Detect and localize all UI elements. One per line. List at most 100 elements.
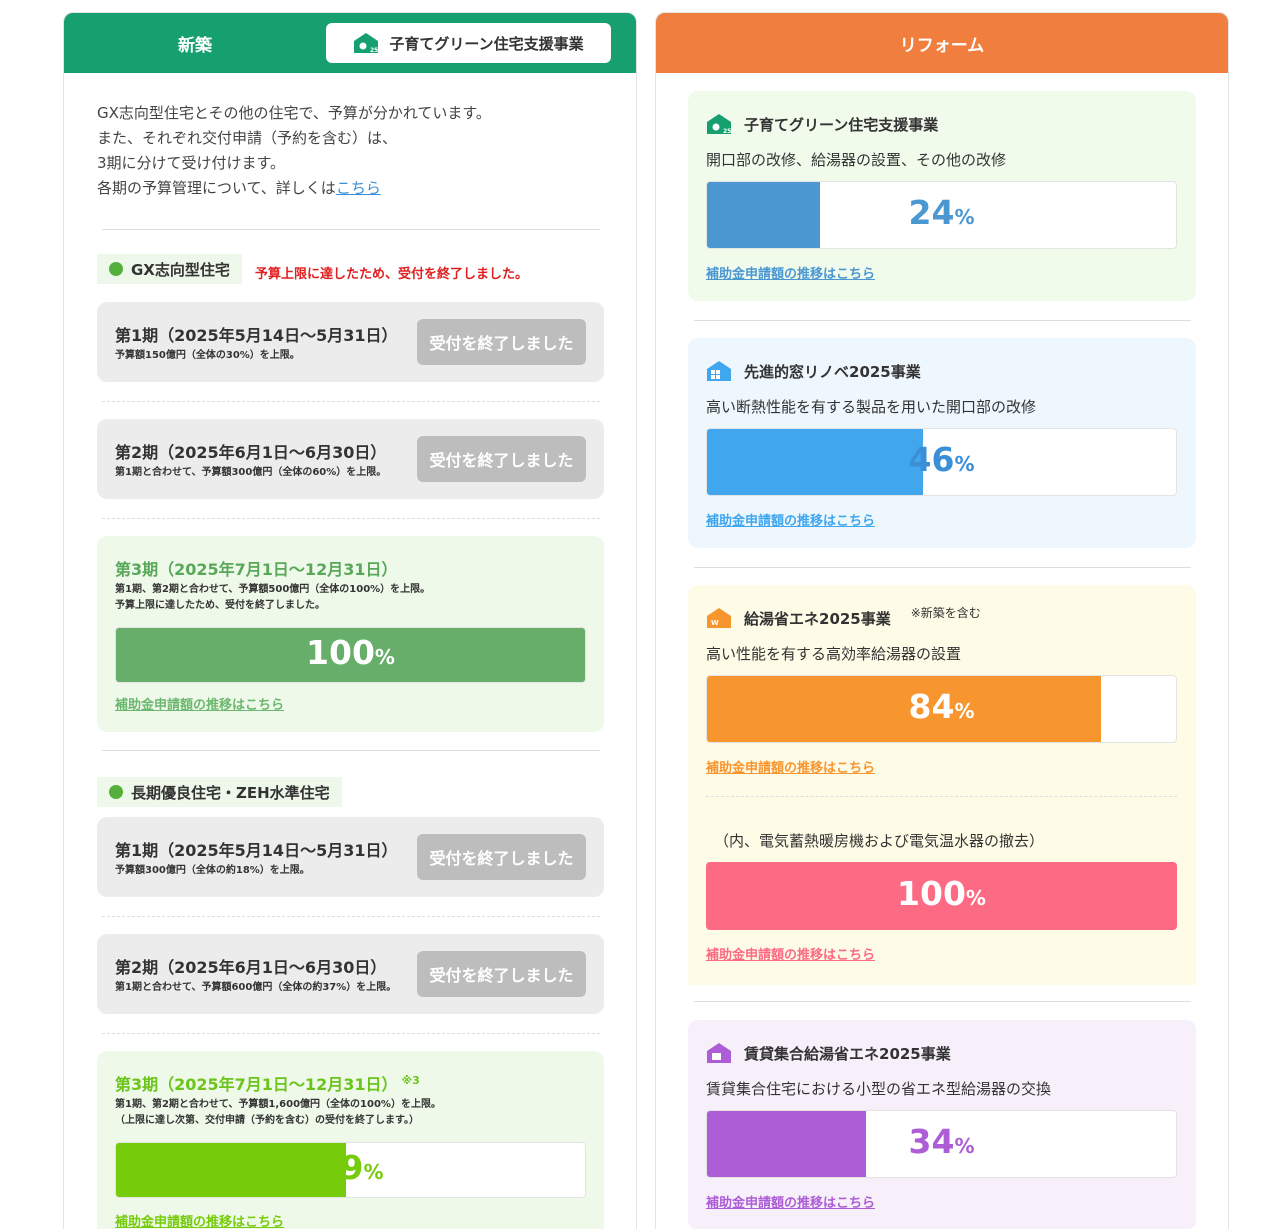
progress-percent: 49%	[116, 1148, 585, 1192]
history-link[interactable]: 補助金申請額の推移はこちら	[706, 263, 875, 282]
shinchiku-title[interactable]: 新築	[64, 31, 326, 56]
gx-period-2: 第2期（2025年6月1日～6月30日） 第1期と合わせて、予算額300億円（全…	[97, 419, 604, 499]
tab-kosodate-green[interactable]: 25 子育てグリーン住宅支援事業	[326, 23, 611, 63]
zeh-progress-bar: 49%	[115, 1142, 586, 1198]
progress-percent: 46%	[707, 440, 1176, 484]
period-title-text: 第3期（2025年7月1日～12月31日）	[115, 1075, 398, 1094]
percent-unit: %	[954, 452, 975, 476]
divider	[694, 320, 1191, 321]
svg-text:25: 25	[723, 128, 731, 135]
card-desc: 高い性能を有する高効率給湯器の設置	[706, 645, 962, 663]
percent-value: 100	[306, 633, 375, 672]
zeh-period-3: 第3期（2025年7月1日～12月31日） ※3 第1期、第2期と合わせて、予算額…	[97, 1051, 604, 1229]
reform-card-kosodate: 25 子育てグリーン住宅支援事業 開口部の改修、給湯器の設置、その他の改修 24…	[688, 91, 1196, 301]
history-link[interactable]: 補助金申請額の推移はこちら	[706, 757, 875, 776]
percent-unit: %	[954, 205, 975, 229]
zeh-period-1: 第1期（2025年5月14日～5月31日） 予算額300億円（全体の約18%）を…	[97, 817, 604, 897]
percent-value: 84	[908, 687, 955, 726]
card-desc: 開口部の改修、給湯器の設置、その他の改修	[706, 151, 1007, 169]
closed-button[interactable]: 受付を終了しました	[417, 436, 586, 482]
card-title-text: 先進的窓リノベ2025事業	[744, 362, 921, 381]
period-sub: 第1期、第2期と合わせて、予算額1,600億円（全体の100%）を上限。	[115, 1099, 441, 1110]
period-title: 第3期（2025年7月1日～12月31日）	[115, 560, 398, 579]
window-icon	[707, 361, 731, 381]
period-sub: 予算額300億円（全体の約18%）を上限。	[115, 865, 310, 876]
divider	[706, 796, 1177, 797]
intro-line: 各期の予算管理について、詳しくはこちら	[97, 176, 491, 201]
period-title: 第3期（2025年7月1日～12月31日） ※3	[115, 1071, 420, 1095]
card-sub-desc: （内、電気蓄熱暖房機および電気温水器の撤去）	[714, 832, 1045, 850]
period-sub: 第1期と合わせて、予算額300億円（全体の60%）を上限。	[115, 467, 387, 478]
history-link[interactable]: 補助金申請額の推移はこちら	[115, 1211, 284, 1229]
period-sub: 予算上限に達したため、受付を終了しました。	[115, 600, 325, 611]
percent-unit: %	[363, 1160, 384, 1184]
intro-line: GX志向型住宅とその他の住宅で、予算が分かれています。	[97, 104, 491, 122]
intro-line: 3期に分けて受け付けます。	[97, 154, 286, 172]
percent-value: 34	[908, 1122, 955, 1161]
budget-details-link[interactable]: こちら	[336, 179, 381, 197]
card-title: W 給湯省エネ2025事業 ※新築を含む	[706, 606, 981, 629]
reform-panel: リフォーム 25 子育てグリーン住宅支援事業 開口部の改修、給湯器の設置、その他…	[655, 12, 1229, 1229]
percent-value: 24	[908, 193, 955, 232]
gx-period-1: 第1期（2025年5月14日～5月31日） 予算額150億円（全体の30%）を上…	[97, 302, 604, 382]
period-title: 第1期（2025年5月14日～5月31日）	[115, 841, 398, 860]
period-title: 第2期（2025年6月1日～6月30日）	[115, 443, 387, 462]
svg-text:25: 25	[370, 47, 378, 54]
percent-unit: %	[954, 1134, 975, 1158]
reform-title[interactable]: リフォーム	[900, 31, 985, 56]
reform-card-mado: 先進的窓リノベ2025事業 高い断熱性能を有する製品を用いた開口部の改修 46%…	[688, 338, 1196, 548]
category-label: 長期優良住宅・ZEH水準住宅	[131, 783, 330, 802]
progress-percent: 100%	[706, 874, 1177, 918]
reform-header: リフォーム	[656, 13, 1228, 73]
divider	[102, 1033, 600, 1034]
water-heater-icon: W	[707, 608, 731, 628]
category-label: GX志向型住宅	[131, 260, 230, 279]
intro-text: GX志向型住宅とその他の住宅で、予算が分かれています。 また、それぞれ交付申請（…	[97, 101, 491, 201]
progress-bar: 46%	[706, 428, 1177, 496]
footnote-mark: ※3	[401, 1073, 420, 1087]
progress-bar: 84%	[706, 675, 1177, 743]
gx-notice: 予算上限に達したため、受付を終了しました。	[255, 267, 529, 282]
percent-unit: %	[374, 645, 395, 669]
tab-label: 子育てグリーン住宅支援事業	[389, 34, 584, 53]
progress-percent: 24%	[707, 193, 1176, 237]
divider	[694, 567, 1191, 568]
divider	[102, 750, 600, 751]
period-sub: 第1期、第2期と合わせて、予算額500億円（全体の100%）を上限。	[115, 584, 431, 595]
percent-unit: %	[965, 886, 986, 910]
card-title-text: 賃貸集合給湯省エネ2025事業	[744, 1044, 951, 1063]
divider	[102, 401, 600, 402]
category-gx: GX志向型住宅	[97, 254, 242, 284]
gx-period-3: 第3期（2025年7月1日～12月31日） 第1期、第2期と合わせて、予算額50…	[97, 536, 604, 732]
progress-bar: 24%	[706, 181, 1177, 249]
divider	[102, 518, 600, 519]
progress-bar: 34%	[706, 1110, 1177, 1178]
reform-card-kyuto: W 給湯省エネ2025事業 ※新築を含む 高い性能を有する高効率給湯器の設置 8…	[688, 585, 1196, 985]
period-sub: 第1期と合わせて、予算額600億円（全体の約37%）を上限。	[115, 982, 397, 993]
divider	[102, 229, 600, 230]
card-title-text: 給湯省エネ2025事業	[744, 609, 891, 628]
intro-text-pre: 各期の予算管理について、詳しくは	[97, 179, 336, 197]
card-title: 先進的窓リノベ2025事業	[706, 360, 921, 382]
closed-button[interactable]: 受付を終了しました	[417, 319, 586, 365]
shinchiku-header: 新築 25 子育てグリーン住宅支援事業	[64, 13, 636, 73]
closed-button[interactable]: 受付を終了しました	[417, 951, 586, 997]
apartment-icon	[707, 1043, 731, 1063]
period-sub: 予算額150億円（全体の30%）を上限。	[115, 350, 300, 361]
progress-bar-sub: 100%	[706, 862, 1177, 930]
history-link[interactable]: 補助金申請額の推移はこちら	[706, 510, 875, 529]
shinchiku-panel: 新築 25 子育てグリーン住宅支援事業 GX志向型住宅とその他の住宅で、予算が分…	[63, 12, 637, 1229]
progress-percent: 100%	[116, 633, 585, 677]
card-desc: 賃貸集合住宅における小型の省エネ型給湯器の交換	[706, 1080, 1052, 1098]
gx-progress-bar: 100%	[115, 627, 586, 683]
percent-value: 49	[317, 1148, 364, 1187]
history-link[interactable]: 補助金申請額の推移はこちら	[706, 1192, 875, 1211]
card-title: 賃貸集合給湯省エネ2025事業	[706, 1042, 951, 1064]
history-link[interactable]: 補助金申請額の推移はこちら	[115, 694, 284, 713]
period-sub: （上限に達し次第、交付申請（予約を含む）の受付を終了します。）	[115, 1115, 419, 1126]
period-title: 第2期（2025年6月1日～6月30日）	[115, 958, 387, 977]
history-link[interactable]: 補助金申請額の推移はこちら	[706, 944, 875, 963]
card-title: 25 子育てグリーン住宅支援事業	[706, 113, 938, 135]
house-icon: 25	[707, 114, 731, 135]
closed-button[interactable]: 受付を終了しました	[417, 834, 586, 880]
